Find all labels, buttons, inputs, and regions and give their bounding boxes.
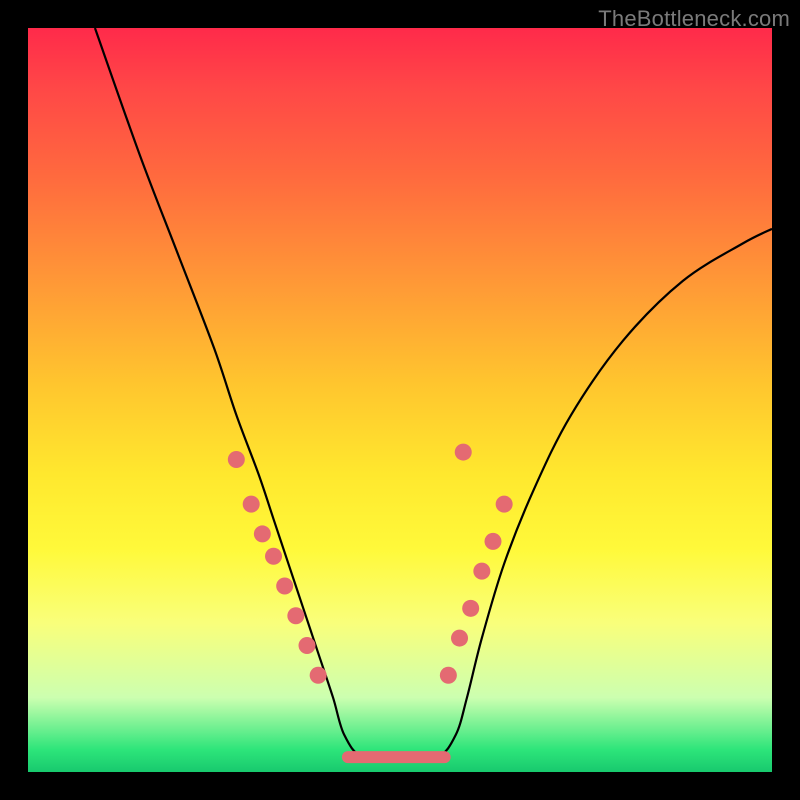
marker-dot	[496, 496, 513, 513]
marker-dot	[440, 667, 457, 684]
chart-svg	[28, 28, 772, 772]
marker-dot	[473, 563, 490, 580]
marker-dot	[299, 637, 316, 654]
marker-dot	[310, 667, 327, 684]
marker-cluster-right	[440, 444, 513, 684]
watermark-text: TheBottleneck.com	[598, 6, 790, 32]
marker-dot	[276, 578, 293, 595]
marker-cluster-left	[228, 451, 327, 684]
marker-dot	[451, 630, 468, 647]
bottleneck-curve	[95, 28, 772, 759]
marker-dot	[228, 451, 245, 468]
chart-plot-area	[28, 28, 772, 772]
marker-dot	[462, 600, 479, 617]
marker-dot	[485, 533, 502, 550]
marker-dot	[455, 444, 472, 461]
marker-dot	[287, 607, 304, 624]
marker-dot	[243, 496, 260, 513]
marker-dot	[254, 525, 271, 542]
marker-dot	[265, 548, 282, 565]
